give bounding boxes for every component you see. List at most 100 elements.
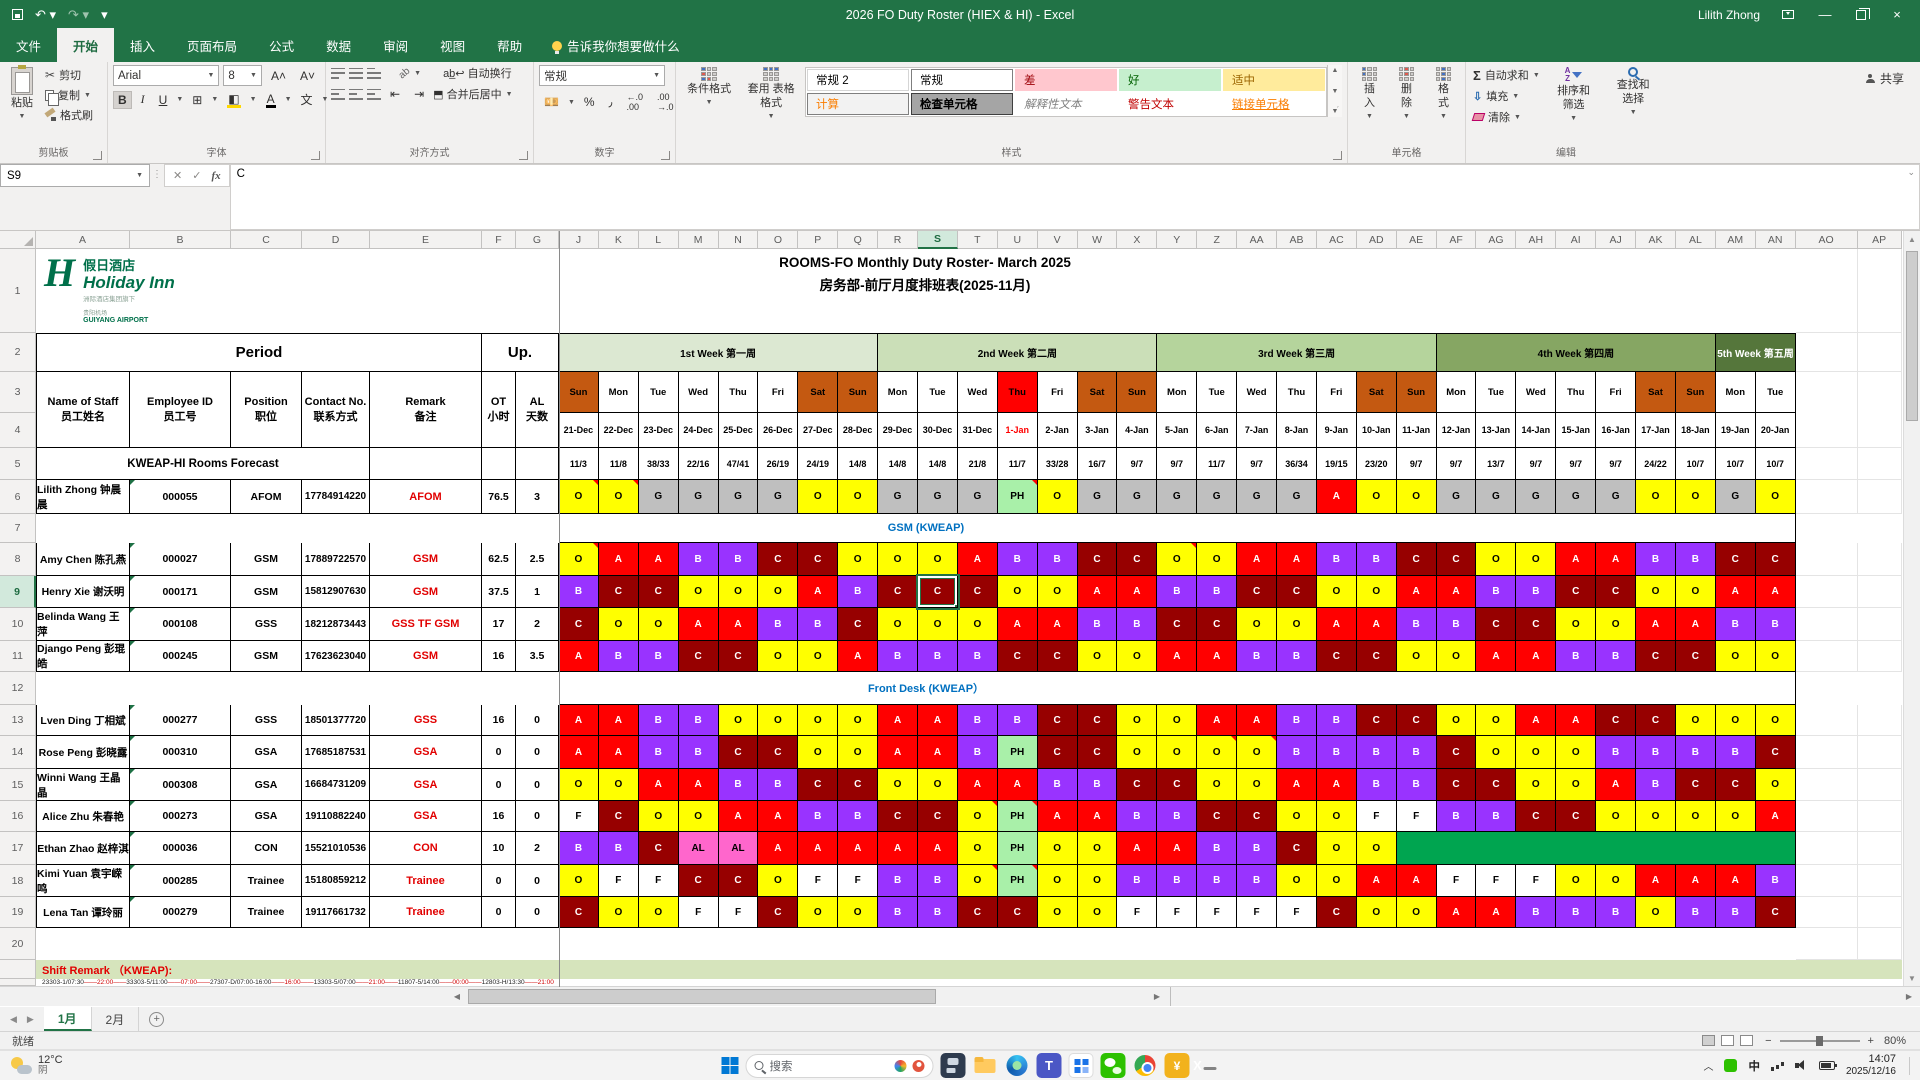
date-header-16-Jan[interactable]: 16-Jan — [1596, 413, 1637, 448]
staff-al[interactable]: 2 — [516, 832, 559, 865]
shift-cell-15-N[interactable]: B — [718, 769, 759, 801]
shift-cell-9-U[interactable]: O — [997, 576, 1038, 608]
staff-contact[interactable]: 17685187531 — [302, 736, 370, 769]
cell-AO18[interactable] — [1795, 865, 1858, 897]
staff-contact[interactable]: 15180859212 — [302, 865, 370, 897]
shift-cell-6-R[interactable]: G — [878, 480, 919, 514]
shift-cell-8-AB[interactable]: A — [1277, 543, 1317, 576]
shift-cell-18-S[interactable]: B — [918, 865, 958, 897]
font-name-combo[interactable]: Arial ▼ — [113, 65, 220, 86]
forecast-24-Dec[interactable]: 22/16 — [678, 448, 719, 480]
column-header-K[interactable]: K — [598, 231, 639, 249]
shift-cell-18-AD[interactable]: A — [1356, 865, 1397, 897]
shift-cell-18-AB[interactable]: O — [1277, 865, 1317, 897]
shift-cell-15-AA[interactable]: O — [1237, 769, 1278, 801]
forecast-14-Jan[interactable]: 9/7 — [1516, 448, 1557, 480]
shift-cell-13-N[interactable]: O — [718, 705, 759, 736]
date-header-22-Dec[interactable]: 22-Dec — [598, 413, 639, 448]
shift-cell-9-Q[interactable]: B — [838, 576, 879, 608]
column-header-V[interactable]: V — [1037, 231, 1078, 249]
staff-contact[interactable]: 19117661732 — [302, 897, 370, 928]
shift-cell-17-AB[interactable]: C — [1277, 832, 1317, 865]
shift-cell-8-T[interactable]: A — [957, 543, 998, 576]
shift-cell-8-U[interactable]: B — [997, 543, 1038, 576]
shift-cell-17-K[interactable]: B — [598, 832, 639, 865]
volume-icon[interactable] — [1794, 1060, 1808, 1071]
day-header-4-Jan[interactable]: Sun — [1117, 372, 1158, 413]
find-select-button[interactable]: 查找和选择 ▼ — [1605, 65, 1661, 118]
shift-cell-17-J[interactable]: B — [559, 832, 599, 865]
number-dialog-launcher[interactable] — [661, 151, 670, 160]
shift-cell-17-U[interactable]: PH — [997, 832, 1038, 865]
start-button[interactable] — [721, 1057, 739, 1074]
tell-me-box[interactable]: 告诉我你想要做什么 — [538, 28, 694, 62]
cell-style-警告文本[interactable]: 警告文本 — [1119, 93, 1221, 115]
copy-button[interactable]: 复制 ▼ — [43, 85, 95, 106]
sort-filter-button[interactable]: AZ 排序和筛选 ▼ — [1546, 65, 1602, 124]
shift-cell-9-AD[interactable]: O — [1356, 576, 1397, 608]
shrink-font-button[interactable]: A˅ — [295, 67, 320, 85]
row-header-3[interactable]: 3 — [0, 372, 36, 413]
shift-cell-14-AG[interactable]: O — [1476, 736, 1517, 769]
fill-button[interactable]: ⇩ 填充 ▼ — [1471, 86, 1542, 106]
shift-cell-14-R[interactable]: A — [878, 736, 919, 769]
cell-style-计算[interactable]: 计算 — [807, 93, 909, 115]
staff-ot[interactable]: 16 — [482, 705, 516, 736]
shift-cell-18-X[interactable]: B — [1117, 865, 1158, 897]
shift-cell-11-S[interactable]: B — [918, 641, 958, 672]
paste-button[interactable]: 粘贴 ▼ — [5, 65, 39, 122]
staff-al[interactable]: 0 — [516, 705, 559, 736]
shift-cell-19-AJ[interactable]: B — [1596, 897, 1637, 928]
staff-al[interactable]: 0 — [516, 865, 559, 897]
cell-AP1[interactable] — [1857, 249, 1902, 333]
cell-AO1[interactable] — [1795, 249, 1858, 333]
date-header-29-Dec[interactable]: 29-Dec — [878, 413, 919, 448]
undo-icon[interactable]: ↶ ▾ — [35, 8, 56, 21]
staff-name[interactable]: Ethan Zhao 赵梓淇 — [36, 832, 130, 865]
hscroll-right-arrow[interactable]: ▶ — [1148, 987, 1166, 1006]
staff-id[interactable]: 000171 — [130, 576, 231, 608]
shift-cell-15-AC[interactable]: A — [1316, 769, 1357, 801]
shift-cell-10-AG[interactable]: C — [1476, 608, 1517, 641]
shift-cell-17-AD[interactable]: O — [1356, 832, 1397, 865]
zoom-in-button[interactable]: + — [1868, 1035, 1874, 1047]
shift-cell-13-S[interactable]: A — [918, 705, 958, 736]
column-header-AE[interactable]: AE — [1396, 231, 1437, 249]
shift-cell-13-AG[interactable]: O — [1476, 705, 1517, 736]
shift-cell-16-AC[interactable]: O — [1316, 801, 1357, 832]
shift-cell-10-AF[interactable]: B — [1436, 608, 1477, 641]
shift-cell-11-J[interactable]: A — [559, 641, 599, 672]
row-header-20[interactable]: 20 — [0, 928, 36, 960]
staff-name[interactable]: Belinda Wang 王萍 — [36, 608, 130, 641]
forecast-11-Jan[interactable]: 9/7 — [1396, 448, 1437, 480]
forecast-5-Jan[interactable]: 9/7 — [1157, 448, 1198, 480]
day-header-20-Jan[interactable]: Tue — [1755, 372, 1796, 413]
decrease-indent-icon[interactable]: ⇤ — [385, 85, 405, 103]
date-header-12-Jan[interactable]: 12-Jan — [1436, 413, 1477, 448]
date-header-31-Dec[interactable]: 31-Dec — [957, 413, 998, 448]
format-cells-button[interactable]: 格式 ▼ — [1427, 65, 1460, 122]
shift-cell-10-AJ[interactable]: O — [1596, 608, 1637, 641]
qat-customize-icon[interactable]: ▾ — [101, 8, 108, 21]
cell-AO34[interactable] — [1795, 372, 1858, 448]
date-header-4-Jan[interactable]: 4-Jan — [1117, 413, 1158, 448]
autosum-button[interactable]: Σ 自动求和 ▼ — [1471, 65, 1542, 85]
restore-button[interactable] — [1856, 7, 1870, 20]
italic-button[interactable]: I — [136, 90, 150, 109]
redo-icon[interactable]: ↷ ▾ — [68, 8, 89, 21]
date-header-14-Jan[interactable]: 14-Jan — [1516, 413, 1557, 448]
shift-cell-19-AC[interactable]: C — [1316, 897, 1357, 928]
shift-cell-18-AH[interactable]: F — [1516, 865, 1557, 897]
cell-AO13[interactable] — [1795, 705, 1858, 736]
date-header-13-Jan[interactable]: 13-Jan — [1476, 413, 1517, 448]
shift-cell-13-AA[interactable]: A — [1237, 705, 1278, 736]
shift-cell-8-R[interactable]: O — [878, 543, 919, 576]
number-format-combo[interactable]: 常规 ▼ — [539, 65, 665, 86]
day-header-13-Jan[interactable]: Tue — [1476, 372, 1517, 413]
staff-ot[interactable]: 62.5 — [482, 543, 516, 576]
date-header-19-Jan[interactable]: 19-Jan — [1715, 413, 1756, 448]
staff-id[interactable]: 000277 — [130, 705, 231, 736]
fill-color-button[interactable]: ◧ — [222, 90, 245, 110]
column-header-AH[interactable]: AH — [1516, 231, 1557, 249]
staff-remark[interactable]: Trainee — [370, 865, 482, 897]
